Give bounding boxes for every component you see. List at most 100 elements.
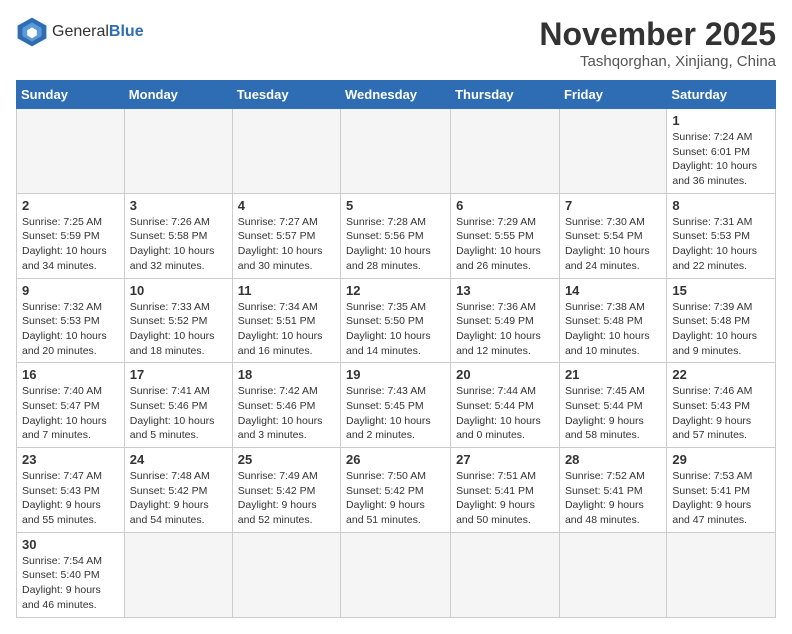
day-info: Sunrise: 7:24 AM Sunset: 6:01 PM Dayligh… <box>672 130 770 189</box>
calendar-table: SundayMondayTuesdayWednesdayThursdayFrid… <box>16 80 776 618</box>
day-info: Sunrise: 7:53 AM Sunset: 5:41 PM Dayligh… <box>672 469 770 528</box>
calendar-day-cell: 17 Sunrise: 7:41 AM Sunset: 5:46 PM Dayli… <box>124 363 232 448</box>
calendar-header-wednesday: Wednesday <box>341 81 451 109</box>
general-blue-logo-icon <box>16 16 48 48</box>
calendar-day-cell <box>232 109 340 194</box>
day-info: Sunrise: 7:32 AM Sunset: 5:53 PM Dayligh… <box>22 300 119 359</box>
day-number: 17 <box>130 367 227 382</box>
calendar-day-cell: 16Sunrise: 7:40 AM Sunset: 5:47 PM Dayli… <box>17 363 125 448</box>
calendar-day-cell: 29 Sunrise: 7:53 AM Sunset: 5:41 PM Dayli… <box>667 448 776 533</box>
day-number: 26 <box>346 452 445 467</box>
day-info: Sunrise: 7:44 AM Sunset: 5:44 PM Dayligh… <box>456 384 554 443</box>
calendar-day-cell: 18 Sunrise: 7:42 AM Sunset: 5:46 PM Dayli… <box>232 363 340 448</box>
calendar-day-cell: 13Sunrise: 7:36 AM Sunset: 5:49 PM Dayli… <box>451 278 560 363</box>
day-number: 18 <box>238 367 335 382</box>
calendar-day-cell: 20 Sunrise: 7:44 AM Sunset: 5:44 PM Dayli… <box>451 363 560 448</box>
calendar-day-cell: 24 Sunrise: 7:48 AM Sunset: 5:42 PM Dayli… <box>124 448 232 533</box>
day-info: Sunrise: 7:28 AM Sunset: 5:56 PM Dayligh… <box>346 215 445 274</box>
calendar-day-cell <box>341 109 451 194</box>
calendar-day-cell: 30Sunrise: 7:54 AM Sunset: 5:40 PM Dayli… <box>17 532 125 617</box>
day-number: 19 <box>346 367 445 382</box>
day-number: 5 <box>346 198 445 213</box>
calendar-day-cell <box>17 109 125 194</box>
day-info: Sunrise: 7:54 AM Sunset: 5:40 PM Dayligh… <box>22 554 119 613</box>
day-number: 2 <box>22 198 119 213</box>
calendar-day-cell: 1Sunrise: 7:24 AM Sunset: 6:01 PM Daylig… <box>667 109 776 194</box>
calendar-week-row: 2 Sunrise: 7:25 AM Sunset: 5:59 PM Daylig… <box>17 193 776 278</box>
calendar-day-cell: 5 Sunrise: 7:28 AM Sunset: 5:56 PM Daylig… <box>341 193 451 278</box>
day-number: 3 <box>130 198 227 213</box>
page-header: GeneralBlue November 2025 Tashqorghan, X… <box>16 16 776 70</box>
day-number: 8 <box>672 198 770 213</box>
day-info: Sunrise: 7:30 AM Sunset: 5:54 PM Dayligh… <box>565 215 661 274</box>
day-number: 6 <box>456 198 554 213</box>
calendar-day-cell <box>451 532 560 617</box>
calendar-day-cell: 25 Sunrise: 7:49 AM Sunset: 5:42 PM Dayli… <box>232 448 340 533</box>
day-number: 23 <box>22 452 119 467</box>
calendar-week-row: 23 Sunrise: 7:47 AM Sunset: 5:43 PM Dayli… <box>17 448 776 533</box>
day-info: Sunrise: 7:52 AM Sunset: 5:41 PM Dayligh… <box>565 469 661 528</box>
day-number: 14 <box>565 283 661 298</box>
calendar-day-cell: 27Sunrise: 7:51 AM Sunset: 5:41 PM Dayli… <box>451 448 560 533</box>
day-info: Sunrise: 7:47 AM Sunset: 5:43 PM Dayligh… <box>22 469 119 528</box>
calendar-day-cell <box>124 109 232 194</box>
day-number: 16 <box>22 367 119 382</box>
day-info: Sunrise: 7:35 AM Sunset: 5:50 PM Dayligh… <box>346 300 445 359</box>
day-info: Sunrise: 7:27 AM Sunset: 5:57 PM Dayligh… <box>238 215 335 274</box>
day-number: 20 <box>456 367 554 382</box>
calendar-header-monday: Monday <box>124 81 232 109</box>
day-number: 25 <box>238 452 335 467</box>
calendar-header-thursday: Thursday <box>451 81 560 109</box>
calendar-week-row: 30Sunrise: 7:54 AM Sunset: 5:40 PM Dayli… <box>17 532 776 617</box>
calendar-day-cell: 11Sunrise: 7:34 AM Sunset: 5:51 PM Dayli… <box>232 278 340 363</box>
calendar-day-cell <box>451 109 560 194</box>
day-info: Sunrise: 7:41 AM Sunset: 5:46 PM Dayligh… <box>130 384 227 443</box>
calendar-day-cell: 23 Sunrise: 7:47 AM Sunset: 5:43 PM Dayli… <box>17 448 125 533</box>
day-info: Sunrise: 7:29 AM Sunset: 5:55 PM Dayligh… <box>456 215 554 274</box>
day-number: 29 <box>672 452 770 467</box>
calendar-day-cell: 22Sunrise: 7:46 AM Sunset: 5:43 PM Dayli… <box>667 363 776 448</box>
calendar-day-cell: 10Sunrise: 7:33 AM Sunset: 5:52 PM Dayli… <box>124 278 232 363</box>
day-number: 7 <box>565 198 661 213</box>
day-info: Sunrise: 7:43 AM Sunset: 5:45 PM Dayligh… <box>346 384 445 443</box>
calendar-day-cell <box>341 532 451 617</box>
calendar-week-row: 16Sunrise: 7:40 AM Sunset: 5:47 PM Dayli… <box>17 363 776 448</box>
day-info: Sunrise: 7:45 AM Sunset: 5:44 PM Dayligh… <box>565 384 661 443</box>
day-info: Sunrise: 7:25 AM Sunset: 5:59 PM Dayligh… <box>22 215 119 274</box>
day-info: Sunrise: 7:26 AM Sunset: 5:58 PM Dayligh… <box>130 215 227 274</box>
calendar-day-cell <box>232 532 340 617</box>
calendar-day-cell <box>667 532 776 617</box>
day-info: Sunrise: 7:39 AM Sunset: 5:48 PM Dayligh… <box>672 300 770 359</box>
calendar-day-cell: 26Sunrise: 7:50 AM Sunset: 5:42 PM Dayli… <box>341 448 451 533</box>
day-number: 12 <box>346 283 445 298</box>
day-number: 11 <box>238 283 335 298</box>
calendar-header-friday: Friday <box>559 81 666 109</box>
title-block: November 2025 Tashqorghan, Xinjiang, Chi… <box>539 16 776 70</box>
calendar-day-cell: 12 Sunrise: 7:35 AM Sunset: 5:50 PM Dayli… <box>341 278 451 363</box>
calendar-week-row: 9 Sunrise: 7:32 AM Sunset: 5:53 PM Daylig… <box>17 278 776 363</box>
day-number: 21 <box>565 367 661 382</box>
calendar-day-cell: 9 Sunrise: 7:32 AM Sunset: 5:53 PM Daylig… <box>17 278 125 363</box>
month-title: November 2025 <box>539 16 776 53</box>
day-info: Sunrise: 7:48 AM Sunset: 5:42 PM Dayligh… <box>130 469 227 528</box>
day-number: 9 <box>22 283 119 298</box>
day-info: Sunrise: 7:36 AM Sunset: 5:49 PM Dayligh… <box>456 300 554 359</box>
day-info: Sunrise: 7:38 AM Sunset: 5:48 PM Dayligh… <box>565 300 661 359</box>
calendar-day-cell <box>559 109 666 194</box>
day-number: 10 <box>130 283 227 298</box>
day-number: 24 <box>130 452 227 467</box>
day-number: 4 <box>238 198 335 213</box>
calendar-day-cell: 6 Sunrise: 7:29 AM Sunset: 5:55 PM Daylig… <box>451 193 560 278</box>
calendar-header-row: SundayMondayTuesdayWednesdayThursdayFrid… <box>17 81 776 109</box>
calendar-day-cell: 19 Sunrise: 7:43 AM Sunset: 5:45 PM Dayli… <box>341 363 451 448</box>
calendar-day-cell: 2 Sunrise: 7:25 AM Sunset: 5:59 PM Daylig… <box>17 193 125 278</box>
calendar-day-cell: 14 Sunrise: 7:38 AM Sunset: 5:48 PM Dayli… <box>559 278 666 363</box>
calendar-week-row: 1Sunrise: 7:24 AM Sunset: 6:01 PM Daylig… <box>17 109 776 194</box>
location: Tashqorghan, Xinjiang, China <box>539 53 776 70</box>
day-info: Sunrise: 7:31 AM Sunset: 5:53 PM Dayligh… <box>672 215 770 274</box>
day-info: Sunrise: 7:49 AM Sunset: 5:42 PM Dayligh… <box>238 469 335 528</box>
calendar-day-cell: 28Sunrise: 7:52 AM Sunset: 5:41 PM Dayli… <box>559 448 666 533</box>
day-info: Sunrise: 7:42 AM Sunset: 5:46 PM Dayligh… <box>238 384 335 443</box>
day-info: Sunrise: 7:46 AM Sunset: 5:43 PM Dayligh… <box>672 384 770 443</box>
calendar-day-cell: 4 Sunrise: 7:27 AM Sunset: 5:57 PM Daylig… <box>232 193 340 278</box>
